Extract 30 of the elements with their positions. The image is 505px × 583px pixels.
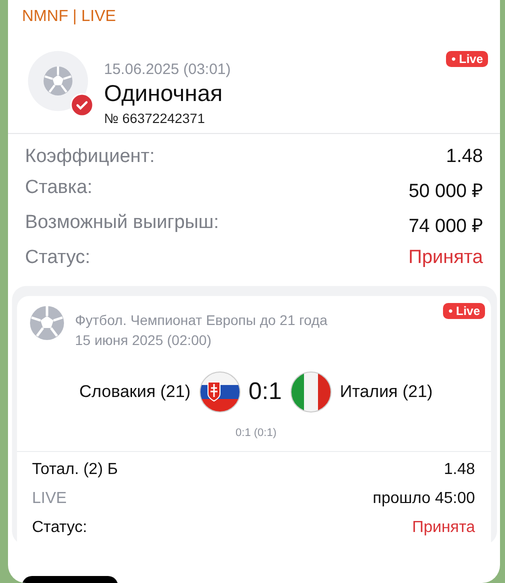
row-value: 1.48 xyxy=(444,461,475,479)
football-icon xyxy=(27,303,67,343)
football-icon xyxy=(41,64,75,98)
bet-type: Одиночная xyxy=(104,80,224,107)
flag-icon xyxy=(290,371,332,413)
live-badge: • Live xyxy=(443,303,485,319)
bet-number: № 66372242371 xyxy=(104,111,206,126)
match-score: 0:1 xyxy=(248,378,282,406)
row-value: 50 000 ₽ xyxy=(408,180,483,203)
channel-name[interactable]: NMNF | LIVE xyxy=(8,0,116,26)
flag-icon xyxy=(198,371,240,413)
live-badge: • Live xyxy=(446,51,488,67)
row-label: Статус: xyxy=(25,247,90,269)
status-value: Принята xyxy=(408,247,483,269)
row-label: Тотал. (2) Б xyxy=(32,461,118,479)
row-label: Статус: xyxy=(32,519,88,537)
row-label: LIVE xyxy=(32,490,67,508)
row-label: Ставка: xyxy=(25,177,92,200)
row-label: Коэффициент: xyxy=(25,146,155,168)
team-name: Словакия (21) xyxy=(79,382,190,402)
row-label: Возможный выигрыш: xyxy=(25,212,219,235)
row-value: 1.48 xyxy=(446,146,483,168)
event-date: 15 июня 2025 (02:00) xyxy=(75,331,212,350)
row-value: 74 000 ₽ xyxy=(408,215,483,238)
league-name: Футбол. Чемпионат Европы до 21 года xyxy=(75,311,328,330)
halftime-score: 0:1 (0:1) xyxy=(234,427,278,441)
bet-date: 15.06.2025 (03:01) xyxy=(104,61,232,78)
status-value: Принята xyxy=(412,519,475,537)
row-value: прошло 45:00 xyxy=(372,490,475,508)
team-name: Италия (21) xyxy=(340,382,433,402)
